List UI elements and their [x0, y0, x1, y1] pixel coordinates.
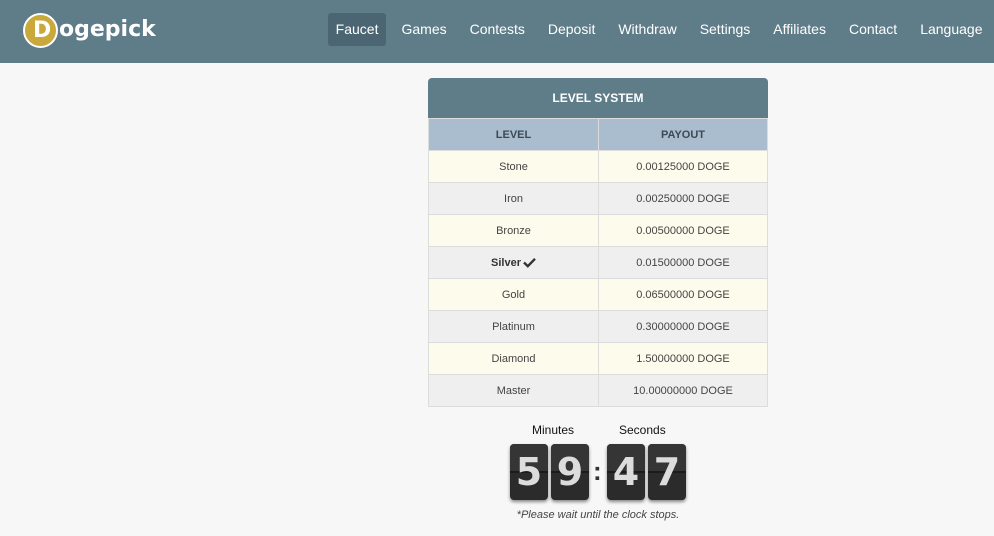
- payout-cell: 0.06500000 DOGE: [598, 278, 768, 311]
- timer-separator: :: [593, 456, 602, 486]
- level-cell: Stone: [428, 150, 599, 183]
- minutes-ones-digit: 9: [551, 444, 589, 500]
- minutes-tens-digit: 5: [510, 444, 548, 500]
- minutes-label: Minutes: [532, 423, 575, 437]
- level-cell: Gold: [428, 278, 599, 311]
- payout-cell: 0.01500000 DOGE: [598, 246, 768, 279]
- nav-games[interactable]: Games: [393, 13, 454, 46]
- table-header-row: LEVEL PAYOUT: [428, 118, 768, 151]
- table-row: Platinum 0.30000000 DOGE: [428, 310, 768, 343]
- nav-contests[interactable]: Contests: [462, 13, 533, 46]
- nav-language[interactable]: Language: [912, 13, 990, 46]
- seconds-ones-digit: 7: [648, 444, 686, 500]
- nav-withdraw[interactable]: Withdraw: [610, 13, 684, 46]
- seconds-label: Seconds: [619, 423, 666, 437]
- current-level-cell: Silver: [428, 246, 599, 279]
- table-row: Gold 0.06500000 DOGE: [428, 278, 768, 311]
- level-cell: Platinum: [428, 310, 599, 343]
- doge-coin-icon: D: [23, 12, 58, 48]
- nav-settings[interactable]: Settings: [692, 13, 759, 46]
- level-column-header: LEVEL: [428, 118, 599, 151]
- logo-letter: D: [33, 17, 52, 43]
- digit-value: 4: [612, 450, 640, 494]
- payout-cell: 0.30000000 DOGE: [598, 310, 768, 343]
- nav-deposit[interactable]: Deposit: [540, 13, 603, 46]
- nav-contact[interactable]: Contact: [841, 13, 905, 46]
- level-cell: Master: [428, 374, 599, 407]
- digit-value: 7: [653, 450, 681, 494]
- site-logo[interactable]: D ogepick: [23, 12, 156, 48]
- level-system-title: LEVEL SYSTEM: [428, 78, 768, 118]
- nav-affiliates[interactable]: Affiliates: [765, 13, 834, 46]
- table-row: Bronze 0.00500000 DOGE: [428, 214, 768, 247]
- check-icon: [523, 257, 536, 268]
- main-nav: Faucet Games Contests Deposit Withdraw S…: [324, 13, 994, 46]
- payout-cell: 0.00250000 DOGE: [598, 182, 768, 215]
- wait-note: *Please wait until the clock stops.: [516, 509, 680, 521]
- digit-value: 9: [556, 450, 584, 494]
- table-row: Master 10.00000000 DOGE: [428, 374, 768, 407]
- navbar: D ogepick Faucet Games Contests Deposit …: [0, 0, 994, 63]
- level-cell: Diamond: [428, 342, 599, 375]
- payout-cell: 1.50000000 DOGE: [598, 342, 768, 375]
- table-row: Iron 0.00250000 DOGE: [428, 182, 768, 215]
- nav-faucet[interactable]: Faucet: [327, 13, 387, 46]
- payout-cell: 10.00000000 DOGE: [598, 374, 768, 407]
- table-row-current: Silver 0.01500000 DOGE: [428, 246, 768, 279]
- payout-cell: 0.00125000 DOGE: [598, 150, 768, 183]
- payout-cell: 0.00500000 DOGE: [598, 214, 768, 247]
- level-cell: Iron: [428, 182, 599, 215]
- seconds-tens-digit: 4: [607, 444, 645, 500]
- table-row: Stone 0.00125000 DOGE: [428, 150, 768, 183]
- level-system-panel: LEVEL SYSTEM LEVEL PAYOUT Stone 0.001250…: [428, 78, 768, 407]
- level-cell: Bronze: [428, 214, 599, 247]
- payout-column-header: PAYOUT: [598, 118, 768, 151]
- level-table: LEVEL PAYOUT Stone 0.00125000 DOGE Iron …: [428, 118, 768, 407]
- countdown-timer: Minutes Seconds 5 9 : 4 7 *Please wait u…: [428, 420, 768, 530]
- logo-text: ogepick: [59, 17, 156, 42]
- level-cell-label: Silver: [491, 256, 521, 269]
- table-row: Diamond 1.50000000 DOGE: [428, 342, 768, 375]
- digit-value: 5: [515, 450, 543, 494]
